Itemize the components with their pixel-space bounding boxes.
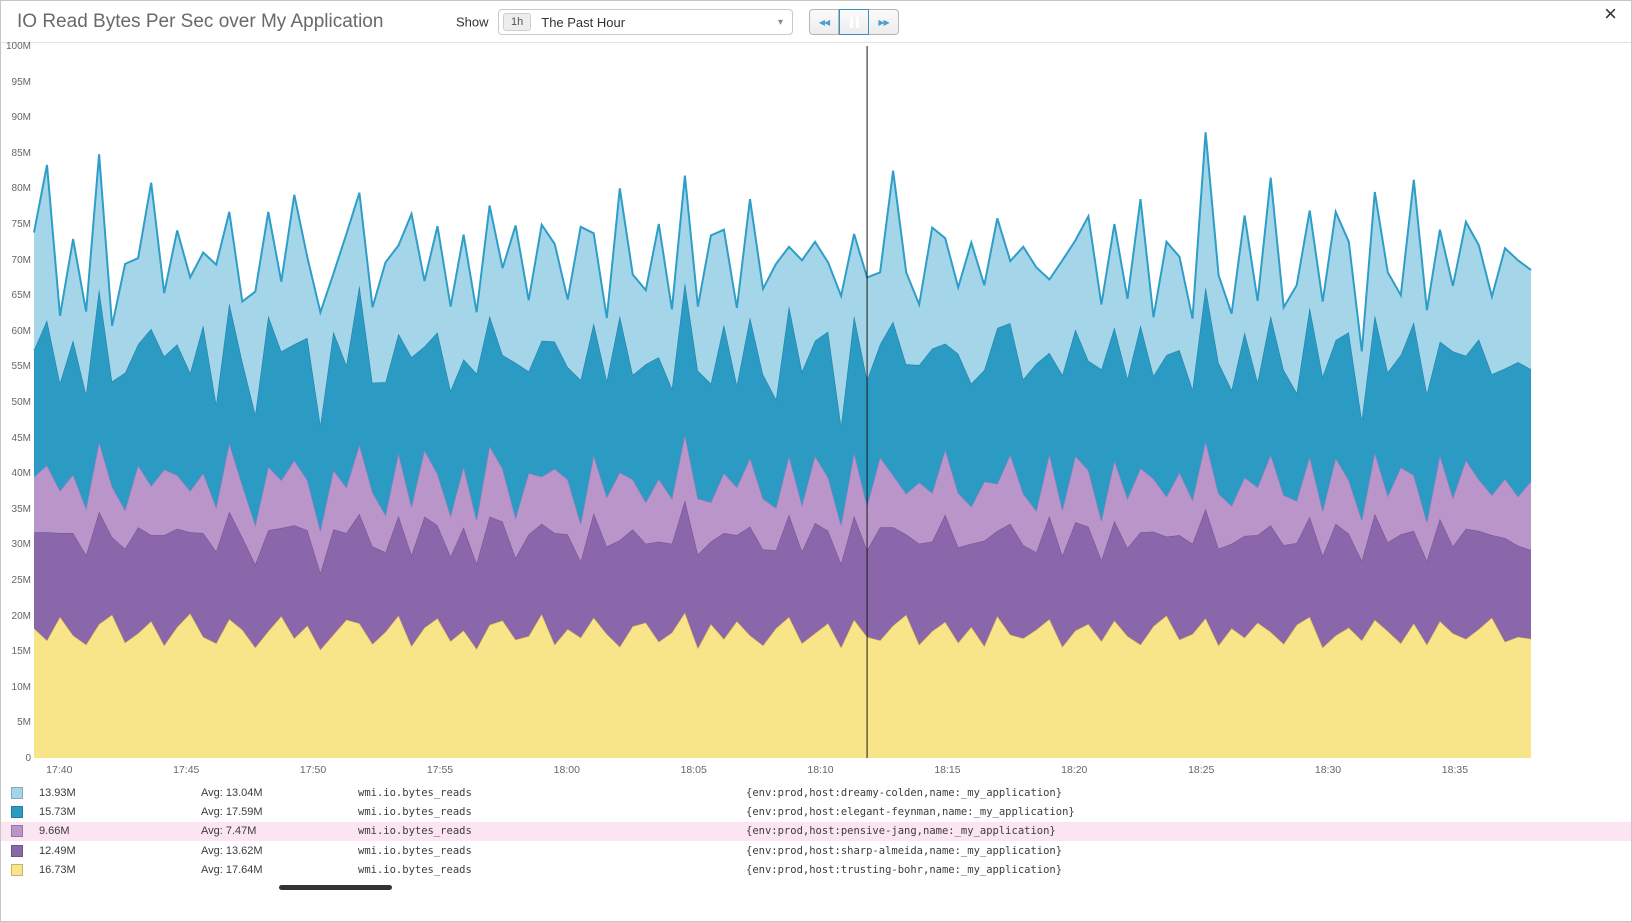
series-scope: {env:prod,host:trusting-bohr,name:_my_ap…: [746, 864, 1062, 876]
playback-controls: ◀◀ ▶▶: [809, 9, 899, 35]
series-avg-value: Avg: 7.47M: [201, 825, 358, 837]
series-current-value: 13.93M: [39, 787, 201, 799]
series-scope: {env:prod,host:elegant-feynman,name:_my_…: [746, 806, 1075, 818]
series-metric-name: wmi.io.bytes_reads: [358, 806, 746, 818]
page-title: IO Read Bytes Per Sec over My Applicatio…: [17, 11, 383, 33]
fullscreen-graph-modal: IO Read Bytes Per Sec over My Applicatio…: [0, 0, 1632, 922]
series-swatch: [11, 787, 23, 799]
graph-header: IO Read Bytes Per Sec over My Applicatio…: [1, 1, 1631, 43]
timeframe-select[interactable]: 1h The Past Hour ▾: [498, 9, 793, 35]
horizontal-scrollbar-thumb[interactable]: [279, 885, 392, 890]
series-swatch: [11, 864, 23, 876]
timeframe-label: The Past Hour: [541, 15, 625, 30]
series-swatch: [11, 806, 23, 818]
forward-button[interactable]: ▶▶: [869, 9, 899, 35]
series-current-value: 9.66M: [39, 825, 201, 837]
legend-row[interactable]: 15.73M Avg: 17.59M wmi.io.bytes_reads {e…: [1, 802, 1632, 821]
stacked-area-chart[interactable]: [1, 43, 1632, 783]
series-avg-value: Avg: 17.64M: [201, 864, 358, 876]
pause-icon: [848, 17, 860, 28]
legend: 13.93M Avg: 13.04M wmi.io.bytes_reads {e…: [1, 783, 1632, 880]
legend-row[interactable]: 12.49M Avg: 13.62M wmi.io.bytes_reads {e…: [1, 841, 1632, 860]
series-scope: {env:prod,host:sharp-almeida,name:_my_ap…: [746, 845, 1062, 857]
legend-row[interactable]: 16.73M Avg: 17.64M wmi.io.bytes_reads {e…: [1, 861, 1632, 880]
series-avg-value: Avg: 13.62M: [201, 845, 358, 857]
rewind-icon: ◀◀: [819, 18, 829, 27]
series-current-value: 16.73M: [39, 864, 201, 876]
close-icon[interactable]: ×: [1604, 3, 1617, 25]
series-avg-value: Avg: 13.04M: [201, 787, 358, 799]
fast-forward-icon: ▶▶: [878, 18, 888, 27]
chevron-down-icon: ▾: [778, 17, 783, 28]
pause-button[interactable]: [839, 9, 869, 35]
series-swatch: [11, 845, 23, 857]
series-scope: {env:prod,host:dreamy-colden,name:_my_ap…: [746, 787, 1062, 799]
series-current-value: 15.73M: [39, 806, 201, 818]
legend-row[interactable]: 13.93M Avg: 13.04M wmi.io.bytes_reads {e…: [1, 783, 1632, 802]
series-avg-value: Avg: 17.59M: [201, 806, 358, 818]
series-scope: {env:prod,host:pensive-jang,name:_my_app…: [746, 825, 1056, 837]
series-swatch: [11, 825, 23, 837]
series-metric-name: wmi.io.bytes_reads: [358, 845, 746, 857]
series-current-value: 12.49M: [39, 845, 201, 857]
legend-row-highlighted[interactable]: 9.66M Avg: 7.47M wmi.io.bytes_reads {env…: [1, 822, 1632, 841]
timeframe-chip: 1h: [503, 13, 531, 31]
chart-region: 05M10M15M20M25M30M35M40M45M50M55M60M65M7…: [1, 43, 1632, 783]
rewind-button[interactable]: ◀◀: [809, 9, 839, 35]
series-metric-name: wmi.io.bytes_reads: [358, 864, 746, 876]
series-metric-name: wmi.io.bytes_reads: [358, 825, 746, 837]
show-label: Show: [456, 14, 489, 29]
series-metric-name: wmi.io.bytes_reads: [358, 787, 746, 799]
